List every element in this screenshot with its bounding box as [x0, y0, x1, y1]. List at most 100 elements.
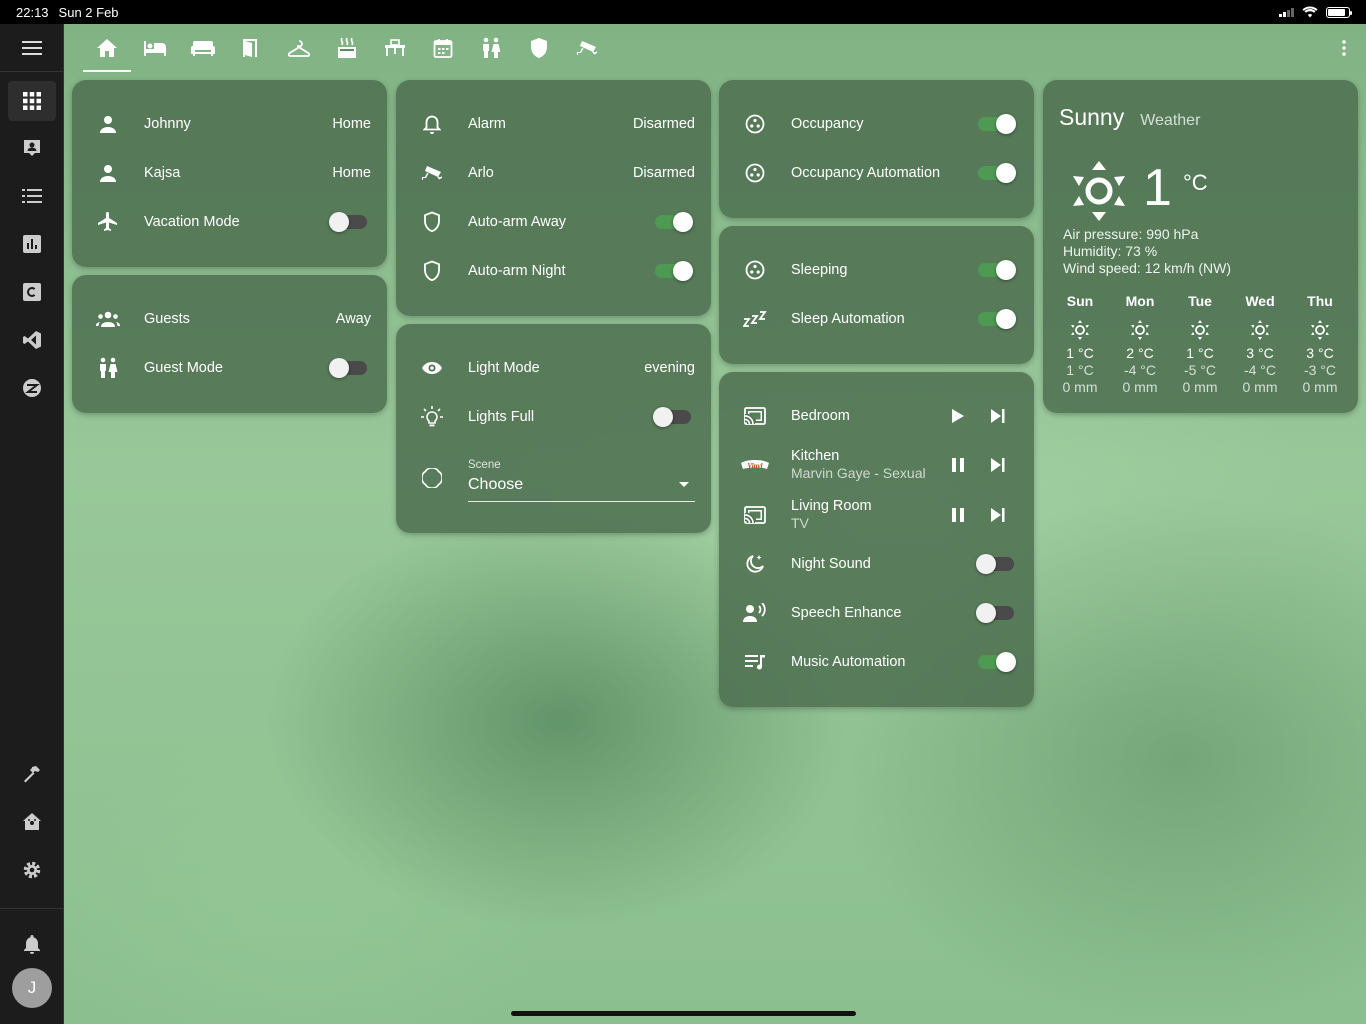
avatar[interactable]: J	[12, 968, 52, 1008]
occupancy-toggle[interactable]	[978, 114, 1016, 134]
sidebar-item-logbook[interactable]	[8, 176, 56, 216]
scene-select[interactable]: Scene Choose	[468, 458, 695, 502]
occupancy-automation-label: Occupancy Automation	[791, 165, 941, 181]
sidebar-item-settings[interactable]	[8, 850, 56, 890]
tab-calendar[interactable]	[419, 24, 467, 72]
sidebar-item-notifications[interactable]	[8, 924, 56, 964]
shield-icon	[531, 38, 547, 58]
pause-button[interactable]	[938, 445, 978, 485]
media-player-living-room[interactable]: Living Room TV	[735, 495, 1018, 535]
tab-cameras[interactable]	[563, 24, 611, 72]
forecast-day: Sun 1 °C 1 °C 0 mm	[1050, 293, 1110, 396]
tab-living-room[interactable]	[179, 24, 227, 72]
sleep-automation-toggle[interactable]	[978, 309, 1016, 329]
skip-next-icon	[991, 409, 1005, 423]
occupancy-automation-toggle[interactable]	[978, 163, 1016, 183]
z-circle-icon	[23, 379, 41, 397]
sunny-icon	[1071, 320, 1089, 340]
hanger-icon	[288, 40, 310, 57]
sleeping-toggle[interactable]	[978, 260, 1016, 280]
human-male-female-icon	[100, 357, 118, 378]
sidebar-item-developer-tools[interactable]	[8, 754, 56, 794]
auto-arm-night-row: Auto-arm Night	[412, 251, 695, 291]
bed-icon	[144, 41, 166, 56]
account-voice-icon	[743, 603, 766, 622]
airplane-icon	[98, 212, 117, 231]
auto-arm-away-row: Auto-arm Away	[412, 202, 695, 242]
vacation-mode-toggle[interactable]	[329, 212, 367, 232]
current-temperature: 1	[1143, 159, 1172, 217]
guest-mode-toggle[interactable]	[329, 358, 367, 378]
tab-family[interactable]	[467, 24, 515, 72]
play-icon	[952, 409, 964, 423]
skip-next-icon	[991, 508, 1005, 522]
people-card: Johnny Home Kajsa Home Vacation Mode	[72, 80, 387, 267]
arlo-state: Disarmed	[632, 165, 695, 181]
apps-grid-icon	[23, 92, 41, 110]
tab-home[interactable]	[83, 24, 131, 72]
music-automation-toggle[interactable]	[978, 652, 1016, 672]
tab-security[interactable]	[515, 24, 563, 72]
sidebar-item-hacs[interactable]	[8, 802, 56, 842]
playlist-music-icon	[745, 655, 765, 670]
forecast-precipitation: 0 mm	[1242, 379, 1278, 395]
play-button[interactable]	[938, 396, 978, 436]
forecast-low: -4 °C	[1243, 362, 1277, 378]
next-track-button[interactable]	[978, 495, 1018, 535]
home-indicator[interactable]	[511, 1011, 856, 1016]
tab-hallway[interactable]	[227, 24, 275, 72]
human-male-female-icon	[483, 37, 501, 58]
guests-card: Guests Away Guest Mode	[72, 275, 387, 413]
night-sound-toggle[interactable]	[976, 554, 1014, 574]
sunny-icon	[1131, 320, 1149, 340]
arlo-row[interactable]: Arlo Disarmed	[412, 153, 695, 193]
auto-arm-night-toggle[interactable]	[655, 261, 693, 281]
overflow-menu-button[interactable]	[1336, 36, 1352, 60]
media-player-bedroom[interactable]: Bedroom	[735, 396, 1018, 436]
sidebar-item-overview[interactable]	[8, 81, 56, 121]
media-player-name: Living Room	[791, 498, 872, 514]
sidebar-item-map[interactable]	[8, 128, 56, 168]
light-mode-row[interactable]: Light Mode evening	[412, 348, 695, 388]
visual-studio-code-icon	[23, 331, 41, 349]
weather-label: Weather	[1140, 112, 1201, 129]
sleeping-row: Sleeping	[735, 250, 1018, 290]
humidity: Humidity: 73 %	[1063, 243, 1158, 259]
sidebar-item-c[interactable]	[8, 272, 56, 312]
sleep-automation-row: Sleep Automation	[735, 299, 1018, 339]
guests-row[interactable]: Guests Away	[88, 299, 371, 339]
sunny-icon	[1073, 161, 1125, 221]
sidebar-item-history[interactable]	[8, 224, 56, 264]
chart-box-icon	[23, 235, 41, 253]
lights-full-toggle[interactable]	[653, 407, 691, 427]
tab-bedroom[interactable]	[131, 24, 179, 72]
person-name: Johnny	[144, 116, 191, 132]
tab-wardrobe[interactable]	[275, 24, 323, 72]
person-row-johnny[interactable]: Johnny Home	[88, 104, 371, 144]
weather-card[interactable]: Sunny Weather 1 °C Air pressure: 990 hPa…	[1043, 80, 1358, 413]
forecast-low: -5 °C	[1183, 362, 1217, 378]
sidebar-item-z[interactable]	[8, 368, 56, 408]
pause-button[interactable]	[938, 495, 978, 535]
tab-kitchen[interactable]	[323, 24, 371, 72]
account-icon	[100, 165, 116, 182]
radiobox-dots-icon	[745, 163, 765, 183]
pause-icon	[952, 508, 964, 522]
hamburger-menu-icon[interactable]	[21, 40, 42, 55]
alarm-row[interactable]: Alarm Disarmed	[412, 104, 695, 144]
speech-enhance-toggle[interactable]	[976, 603, 1014, 623]
pause-icon	[952, 458, 964, 472]
sidebar-item-code[interactable]	[8, 320, 56, 360]
tab-office[interactable]	[371, 24, 419, 72]
hammer-icon	[24, 766, 40, 783]
person-row-kajsa[interactable]: Kajsa Home	[88, 153, 371, 193]
next-track-button[interactable]	[978, 445, 1018, 485]
scene-select-label: Scene	[468, 459, 501, 471]
next-track-button[interactable]	[978, 396, 1018, 436]
media-player-kitchen[interactable]: Vinyl Kitchen Marvin Gaye - Sexual H	[735, 445, 1018, 485]
chevron-down-icon	[679, 482, 689, 487]
auto-arm-away-toggle[interactable]	[655, 212, 693, 232]
vacation-mode-label: Vacation Mode	[144, 214, 240, 230]
occupancy-card: Occupancy Occupancy Automation	[719, 80, 1034, 218]
night-sound-label: Night Sound	[791, 556, 871, 572]
